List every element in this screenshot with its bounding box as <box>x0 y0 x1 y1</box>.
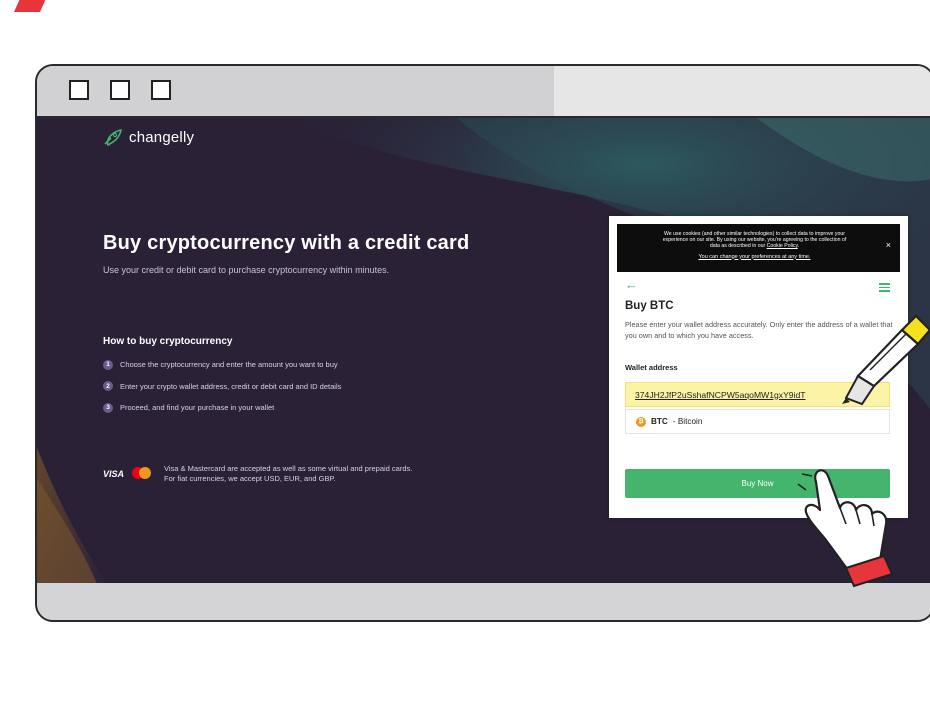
cookie-banner: We use cookies (and other similar techno… <box>617 224 900 272</box>
changelly-logo[interactable]: changelly <box>103 128 194 146</box>
step-number: 3 <box>103 402 113 413</box>
coin-symbol: BTC <box>651 417 668 426</box>
step-number: 2 <box>103 381 113 391</box>
widget-title: Buy BTC <box>625 300 674 312</box>
cookie-text-line3-prefix: data as described in our <box>709 243 766 250</box>
bitcoin-icon: ₿ <box>636 416 646 427</box>
wallet-address-input[interactable] <box>625 382 890 407</box>
step-text: Proceed, and find your purchase in your … <box>120 403 275 412</box>
payment-note-line1: Visa & Mastercard are accepted as well a… <box>164 464 413 473</box>
window-bottom-bar <box>37 583 930 620</box>
page-title: Buy cryptocurrency with a credit card <box>103 232 470 254</box>
coin-name: - Bitcoin <box>672 417 703 426</box>
wallet-address-label: Wallet address <box>625 363 678 372</box>
widget-description: Please enter your wallet address accurat… <box>625 320 893 340</box>
window-titlebar <box>37 66 930 118</box>
cookie-preferences-link[interactable]: You can change your preferences at any t… <box>627 254 882 260</box>
buy-now-button[interactable]: Buy Now <box>625 469 890 498</box>
back-arrow-icon[interactable]: ← <box>625 278 638 291</box>
how-to-steps: 1 Choose the cryptocurrency and enter th… <box>103 359 341 424</box>
brand-slash-decoration <box>13 0 49 12</box>
page-viewport: changelly Buy cryptocurrency with a cred… <box>37 118 930 586</box>
list-item: 1 Choose the cryptocurrency and enter th… <box>103 359 341 370</box>
page-subtitle: Use your credit or debit card to purchas… <box>103 265 390 275</box>
mastercard-icon <box>132 467 152 479</box>
window-button-2[interactable] <box>110 80 130 100</box>
titlebar-address-area <box>554 66 930 116</box>
list-item: 3 Proceed, and find your purchase in you… <box>103 402 341 413</box>
close-icon[interactable]: × <box>886 240 891 249</box>
changelly-logo-icon <box>104 128 123 146</box>
list-item: 2 Enter your crypto wallet address, cred… <box>103 381 341 392</box>
window-button-3[interactable] <box>151 80 171 100</box>
step-text: Enter your crypto wallet address, credit… <box>120 381 342 391</box>
step-text: Choose the cryptocurrency and enter the … <box>120 360 338 369</box>
payment-note: Visa & Mastercard are accepted as well a… <box>164 464 412 484</box>
how-to-title: How to buy cryptocurrency <box>103 336 233 347</box>
buy-widget: We use cookies (and other similar techno… <box>609 216 908 518</box>
cookie-text-line3: data as described in our Cookie Policy. <box>709 243 800 250</box>
brand-name: changelly <box>129 128 195 146</box>
browser-window: changelly Buy cryptocurrency with a cred… <box>35 64 930 622</box>
coin-select[interactable]: ₿ BTC - Bitcoin <box>625 409 890 434</box>
payment-methods: VISA Visa & Mastercard are accepted as w… <box>103 464 412 484</box>
window-button-1[interactable] <box>69 80 89 100</box>
visa-logo: VISA <box>103 469 125 479</box>
payment-note-line2: For fiat currencies, we accept USD, EUR,… <box>164 474 336 483</box>
cookie-policy-link[interactable]: Cookie Policy <box>767 243 798 249</box>
hamburger-menu-icon[interactable] <box>879 283 890 292</box>
step-number: 1 <box>103 359 113 370</box>
